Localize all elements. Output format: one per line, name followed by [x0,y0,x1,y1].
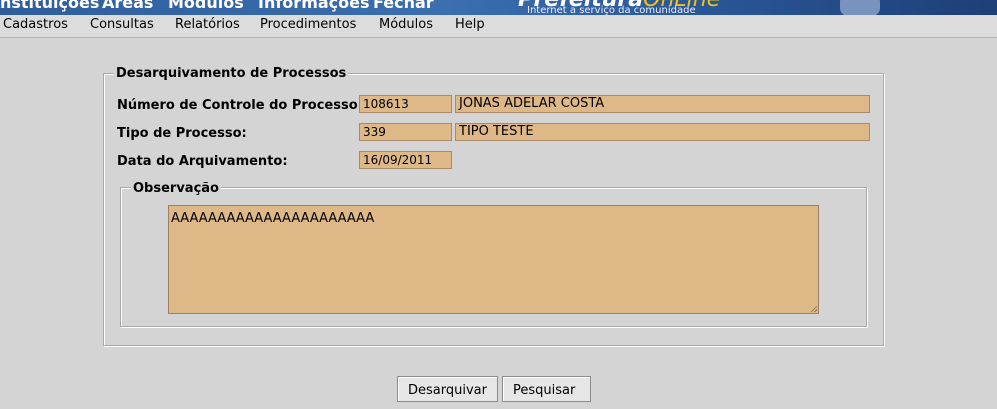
tipo-processo-label: Tipo de Processo: [117,126,247,141]
banner-nav-informacoes[interactable]: Informações [258,0,370,12]
nome-interessado-field[interactable]: JONAS ADELAR COSTA [455,95,870,113]
group-legend: Desarquivamento de Processos [114,66,349,81]
resize-grip-icon[interactable] [809,304,817,312]
top-banner: Instituições Áreas Módulos Informações F… [0,0,997,15]
menu-consultas[interactable]: Consultas [90,17,154,32]
observacao-legend: Observação [131,181,221,196]
desarquivar-button[interactable]: Desarquivar [397,376,498,402]
menu-cadastros[interactable]: Cadastros [3,17,68,32]
tipo-processo-code-field[interactable]: 339 [359,123,452,141]
data-arquivamento-field[interactable]: 16/09/2011 [359,151,452,169]
pesquisar-button[interactable]: Pesquisar [502,376,591,402]
menubar: Cadastros Consultas Relatórios Procedime… [0,15,997,38]
menu-relatorios[interactable]: Relatórios [175,17,240,32]
numero-controle-label: Número de Controle do Processo: [117,98,363,113]
menu-help[interactable]: Help [455,17,485,32]
data-arquivamento-label: Data do Arquivamento: [117,154,288,169]
banner-nav-fechar[interactable]: Fechar [373,0,434,12]
banner-nav-areas[interactable]: Áreas [102,0,153,12]
menu-procedimentos[interactable]: Procedimentos [260,17,356,32]
numero-controle-field[interactable]: 108613 [359,95,452,113]
menu-modulos[interactable]: Módulos [379,17,433,32]
observacao-text: AAAAAAAAAAAAAAAAAAAAAA [171,211,375,226]
banner-nav-instituicoes[interactable]: Instituições [0,0,99,12]
banner-nav-modulos[interactable]: Módulos [168,0,244,12]
brand-tagline: Internet a serviço da comunidade [527,5,696,15]
observacao-textarea[interactable]: AAAAAAAAAAAAAAAAAAAAAA [168,205,819,314]
tipo-processo-name-field[interactable]: TIPO TESTE [455,123,870,141]
banner-decoration [840,0,880,15]
